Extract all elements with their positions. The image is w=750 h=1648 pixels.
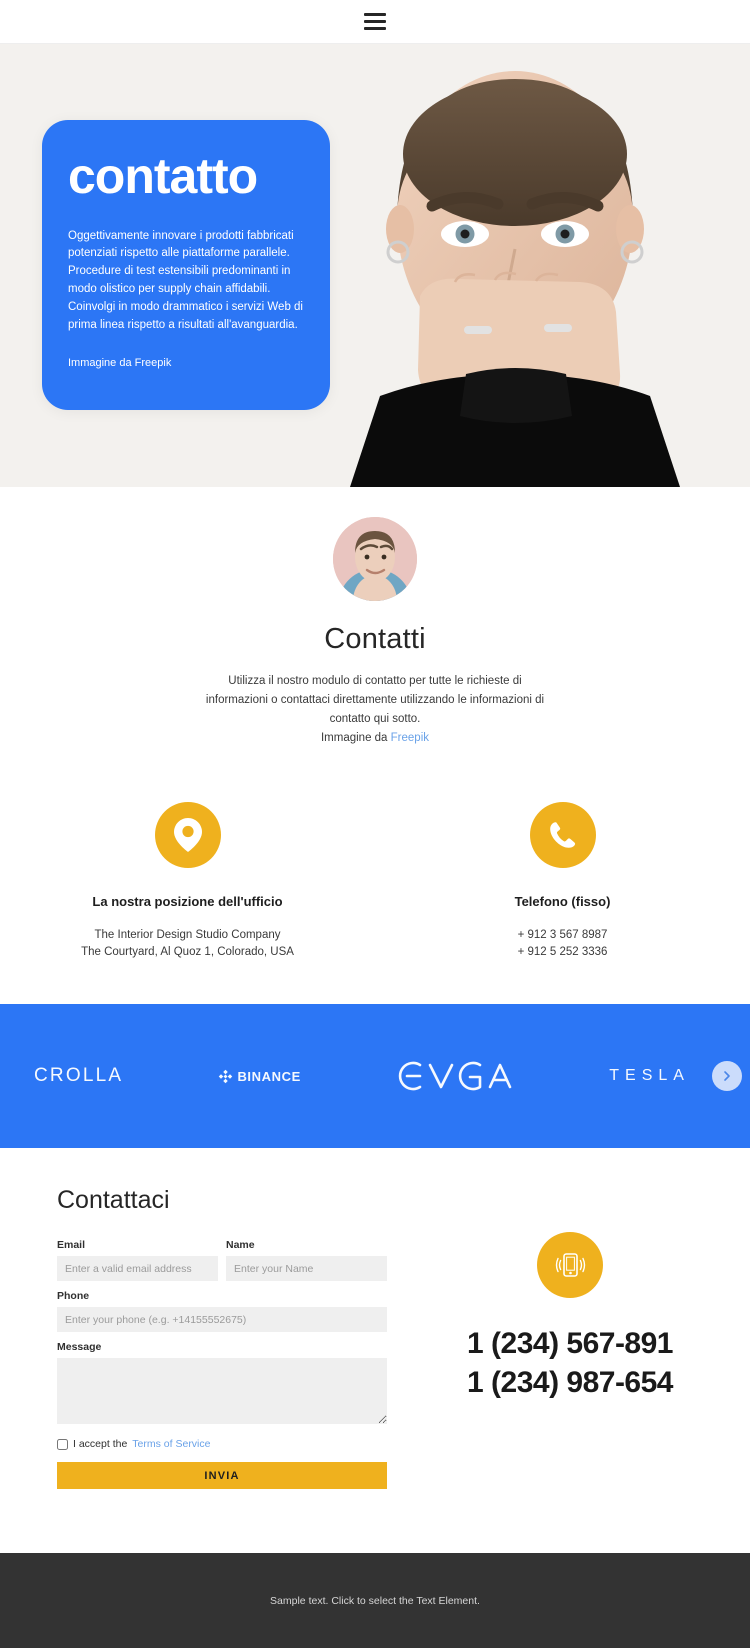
- terms-row: I accept the Terms of Service: [57, 1438, 390, 1450]
- phone-handset-icon: [529, 801, 596, 868]
- message-field[interactable]: [57, 1358, 387, 1425]
- mobile-phone-ringing-icon: [537, 1232, 603, 1299]
- hero-section: contatto Oggettivamente innovare i prodo…: [0, 44, 750, 487]
- form-row-email-name: Email Name: [57, 1239, 390, 1290]
- binance-diamond-icon: [219, 1069, 233, 1083]
- intro-credit-prefix: Immagine da: [320, 731, 391, 744]
- email-label: Email: [57, 1239, 86, 1252]
- contact-card-title: La nostra posizione dell'ufficio: [92, 893, 283, 909]
- email-field[interactable]: [57, 1256, 218, 1282]
- contact-form: Contattaci Email Name Phone Message: [0, 1186, 390, 1490]
- footer: Sample text. Click to select the Text El…: [0, 1553, 750, 1648]
- binance-logo[interactable]: BINANCE: [218, 1069, 300, 1084]
- partner-logos-list: CROLLA BINANCE TESLA: [34, 1059, 716, 1093]
- contact-card-line: The Courtyard, Al Quoz 1, Colorado, USA: [81, 945, 294, 958]
- message-label: Message: [57, 1341, 102, 1354]
- hero-title: contatto: [68, 148, 258, 204]
- hamburger-bar: [364, 20, 386, 23]
- binance-logo-label: BINANCE: [237, 1068, 301, 1084]
- phone-number[interactable]: 1 (234) 987-654: [390, 1363, 750, 1402]
- intro-image-credit: Immagine da Freepik: [0, 729, 750, 748]
- chevron-right-icon[interactable]: [712, 1061, 742, 1092]
- contact-card-office: La nostra posizione dell'ufficio The Int…: [0, 801, 375, 960]
- hero-description: Oggettivamente innovare i prodotti fabbr…: [68, 229, 303, 331]
- name-field[interactable]: [226, 1256, 387, 1282]
- contacts-intro-section: Contatti Utilizza il nostro modulo di co…: [0, 487, 750, 774]
- form-title: Contattaci: [57, 1186, 170, 1215]
- hero-card: contatto Oggettivamente innovare i prodo…: [42, 120, 330, 410]
- hamburger-bar: [364, 27, 386, 30]
- phone-label: Phone: [57, 1290, 90, 1303]
- contact-card-title: Telefono (fisso): [514, 893, 611, 909]
- top-navigation-bar: [0, 0, 750, 44]
- phone-numbers-panel: 1 (234) 567-891 1 (234) 987-654: [390, 1186, 750, 1489]
- freepik-link[interactable]: Freepik: [391, 732, 429, 744]
- contact-card-phone: Telefono (fisso) + 912 3 567 8987 + 912 …: [375, 801, 750, 960]
- form-group-name: Name: [226, 1239, 387, 1282]
- intro-description: Utilizza il nostro modulo di contatto pe…: [205, 675, 545, 725]
- terms-of-service-link[interactable]: Terms of Service: [132, 1438, 210, 1450]
- evga-logo[interactable]: [396, 1059, 514, 1093]
- hero-image-credit: Immagine da Freepik: [68, 357, 172, 370]
- contact-cards: La nostra posizione dell'ufficio The Int…: [0, 773, 750, 1005]
- contact-form-section: Contattaci Email Name Phone Message: [0, 1148, 750, 1554]
- form-group-phone: Phone: [57, 1290, 387, 1333]
- contact-card-line: + 912 5 252 3336: [517, 945, 608, 958]
- form-group-email: Email: [57, 1239, 218, 1282]
- form-group-message: Message: [57, 1341, 387, 1429]
- page-root: contatto Oggettivamente innovare i prodo…: [0, 0, 750, 1648]
- contact-card-line: The Interior Design Studio Company: [94, 928, 281, 941]
- submit-button[interactable]: INVIA: [57, 1462, 387, 1490]
- page-title: Contatti: [324, 623, 426, 655]
- hamburger-menu-icon[interactable]: [364, 13, 386, 30]
- contact-card-line: + 912 3 567 8987: [517, 928, 608, 941]
- terms-checkbox[interactable]: [57, 1438, 68, 1450]
- location-pin-icon: [154, 801, 221, 868]
- name-label: Name: [226, 1239, 255, 1252]
- hero-photo: [280, 44, 750, 487]
- avatar: [333, 517, 417, 601]
- phone-number[interactable]: 1 (234) 567-891: [390, 1324, 750, 1363]
- tesla-logo[interactable]: TESLA: [609, 1067, 690, 1085]
- terms-label: I accept the: [73, 1438, 128, 1451]
- footer-text[interactable]: Sample text. Click to select the Text El…: [270, 1595, 480, 1607]
- partner-logos-band: CROLLA BINANCE TESLA: [0, 1004, 750, 1149]
- phone-field[interactable]: [57, 1307, 387, 1333]
- hamburger-bar: [364, 13, 386, 16]
- crolla-logo[interactable]: CROLLA: [34, 1065, 123, 1087]
